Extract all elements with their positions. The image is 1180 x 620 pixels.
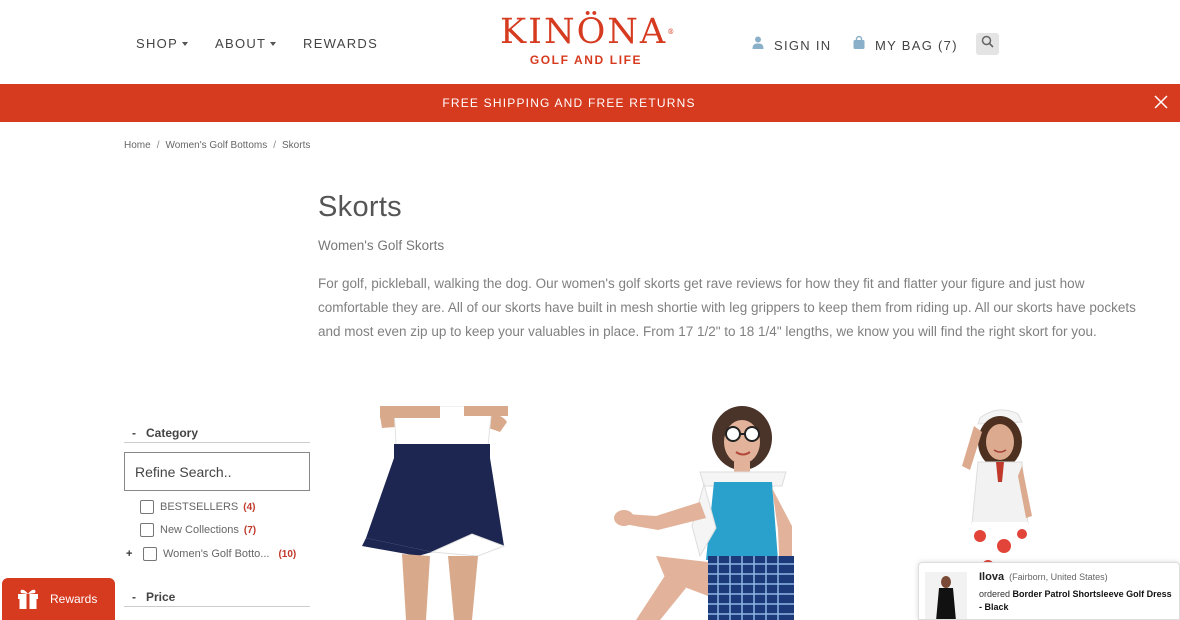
checkbox[interactable] — [143, 547, 157, 561]
checkbox[interactable] — [140, 523, 154, 537]
site-logo[interactable]: KINÖNA® GOLF AND LIFE — [500, 10, 677, 67]
page-subtitle: Women's Golf Skorts — [318, 238, 445, 253]
my-bag-label: MY BAG (7) — [875, 37, 958, 53]
page-title: Skorts — [318, 191, 402, 223]
page-description: For golf, pickleball, walking the dog. O… — [318, 276, 1136, 339]
expand-icon[interactable]: + — [126, 548, 132, 560]
breadcrumb-separator: / — [156, 140, 160, 151]
product-image-blue-skort[interactable] — [596, 406, 848, 620]
popup-customer-location: (Fairborn, United States) — [1009, 572, 1108, 582]
logo-wordmark: KINÖNA® — [500, 12, 677, 52]
close-icon[interactable] — [1152, 93, 1170, 111]
filter-option-count: (10) — [278, 548, 297, 560]
chevron-down-icon — [270, 41, 277, 46]
filter-option-womens-golf-bottoms[interactable]: Women's Golf Botto... (10) — [143, 547, 296, 561]
product-image-navy-skort[interactable] — [322, 406, 574, 620]
filter-option-label: New Collections — [160, 524, 239, 536]
popup-customer: Ilova (Fairborn, United States) — [979, 571, 1108, 583]
popup-action: ordered — [979, 589, 1011, 599]
recent-order-popup[interactable]: Ilova (Fairborn, United States) ordered … — [918, 562, 1180, 620]
site-header: SHOP ABOUT REWARDS KINÖNA® GOLF AND LIFE… — [0, 0, 1180, 84]
logo-tagline: GOLF AND LIFE — [529, 53, 643, 67]
nav-shop-label: SHOP — [136, 36, 179, 51]
filter-option-new-collections[interactable]: New Collections (7) — [140, 523, 256, 537]
product-thumbnail — [925, 572, 967, 619]
promo-banner: FREE SHIPPING AND FREE RETURNS — [0, 84, 1180, 122]
popup-customer-name: Ilova — [979, 571, 1005, 583]
nav-rewards[interactable]: REWARDS — [303, 36, 378, 51]
bag-icon — [853, 35, 865, 54]
filter-price-label: Price — [146, 589, 176, 604]
filter-option-bestsellers[interactable]: BESTSELLERS (4) — [140, 500, 256, 514]
sign-in-link[interactable]: SIGN IN — [752, 36, 832, 54]
breadcrumb-home[interactable]: Home — [124, 140, 151, 151]
filter-category-toggle[interactable]: - Category — [124, 423, 310, 443]
collapse-icon: - — [132, 425, 136, 440]
breadcrumb: Home / Women's Golf Bottoms / Skorts — [124, 140, 310, 151]
filter-price-toggle[interactable]: - Price — [124, 587, 310, 607]
nav-about[interactable]: ABOUT — [215, 36, 277, 51]
breadcrumb-womens-golf-bottoms[interactable]: Women's Golf Bottoms — [165, 140, 267, 151]
user-icon — [752, 36, 764, 54]
nav-about-label: ABOUT — [215, 36, 267, 51]
filter-option-count: (7) — [243, 524, 257, 536]
filter-option-count: (4) — [243, 501, 256, 513]
refine-search-input[interactable]: Refine Search.. — [124, 452, 310, 491]
collapse-icon: - — [132, 589, 136, 604]
checkbox[interactable] — [140, 500, 154, 514]
gift-icon — [16, 587, 50, 612]
promo-text: FREE SHIPPING AND FREE RETURNS — [442, 96, 696, 110]
filter-option-label: BESTSELLERS — [160, 501, 239, 513]
nav-shop[interactable]: SHOP — [136, 36, 189, 51]
filter-option-label: Women's Golf Botto... — [163, 548, 270, 560]
my-bag-link[interactable]: MY BAG (7) — [853, 35, 958, 54]
refine-search-placeholder: Refine Search.. — [135, 463, 232, 480]
breadcrumb-separator: / — [273, 140, 277, 151]
rewards-launcher-button[interactable]: Rewards — [2, 578, 115, 620]
filter-category-label: Category — [146, 425, 199, 440]
breadcrumb-current: Skorts — [282, 140, 311, 151]
search-button[interactable] — [976, 33, 999, 55]
sign-in-label: SIGN IN — [774, 37, 832, 53]
search-icon — [981, 35, 994, 53]
popup-order-text: ordered Border Patrol Shortsleeve Golf D… — [979, 588, 1175, 614]
nav-rewards-label: REWARDS — [303, 36, 379, 51]
rewards-launcher-label: Rewards — [50, 592, 98, 606]
chevron-down-icon — [182, 41, 189, 46]
